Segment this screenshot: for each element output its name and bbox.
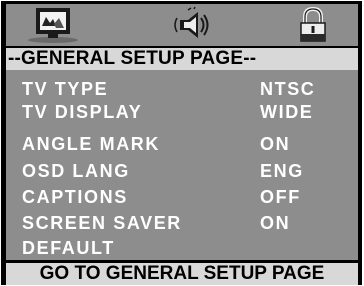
menu-item-label: SCREEN SAVER — [22, 213, 182, 233]
page-title: --GENERAL SETUP PAGE-- — [6, 48, 358, 70]
osd-frame: --GENERAL SETUP PAGE-- TV TYPE NTSC TV D… — [1, 1, 362, 285]
tab-preference-setup[interactable] — [286, 6, 340, 44]
menu-item-label: CAPTIONS — [22, 187, 128, 207]
menu-item-osd-lang[interactable]: OSD LANG ENG — [6, 158, 358, 184]
lock-icon — [300, 6, 326, 42]
menu-item-value: ENG — [260, 161, 304, 181]
menu-item-label: DEFAULT — [22, 238, 115, 258]
menu-item-label: TV DISPLAY — [22, 102, 143, 122]
menu-item-screen-saver[interactable]: SCREEN SAVER ON — [6, 210, 358, 236]
menu-item-value: ON — [260, 213, 291, 233]
tab-general-setup[interactable] — [26, 6, 80, 44]
speaker-icon — [174, 6, 209, 38]
menu-item-tv-display[interactable]: TV DISPLAY WIDE — [6, 99, 358, 125]
tab-audio-setup[interactable] — [166, 6, 220, 44]
menu-item-label: OSD LANG — [22, 161, 130, 181]
menu-item-value: ON — [260, 134, 291, 154]
monitor-icon — [28, 8, 78, 43]
menu-item-captions[interactable]: CAPTIONS OFF — [6, 184, 358, 210]
dvd-setup-screen: --GENERAL SETUP PAGE-- TV TYPE NTSC TV D… — [0, 0, 364, 286]
menu-item-value: WIDE — [260, 102, 314, 122]
settings-menu: TV TYPE NTSC TV DISPLAY WIDE ANGLE MARK … — [6, 70, 358, 260]
menu-item-value: OFF — [260, 187, 301, 207]
menu-item-label: ANGLE MARK — [22, 134, 160, 154]
status-bar: GO TO GENERAL SETUP PAGE — [6, 263, 358, 285]
menu-item-angle-mark[interactable]: ANGLE MARK ON — [6, 131, 358, 157]
menu-item-default[interactable]: DEFAULT — [6, 235, 358, 261]
setup-tab-bar — [6, 4, 358, 46]
